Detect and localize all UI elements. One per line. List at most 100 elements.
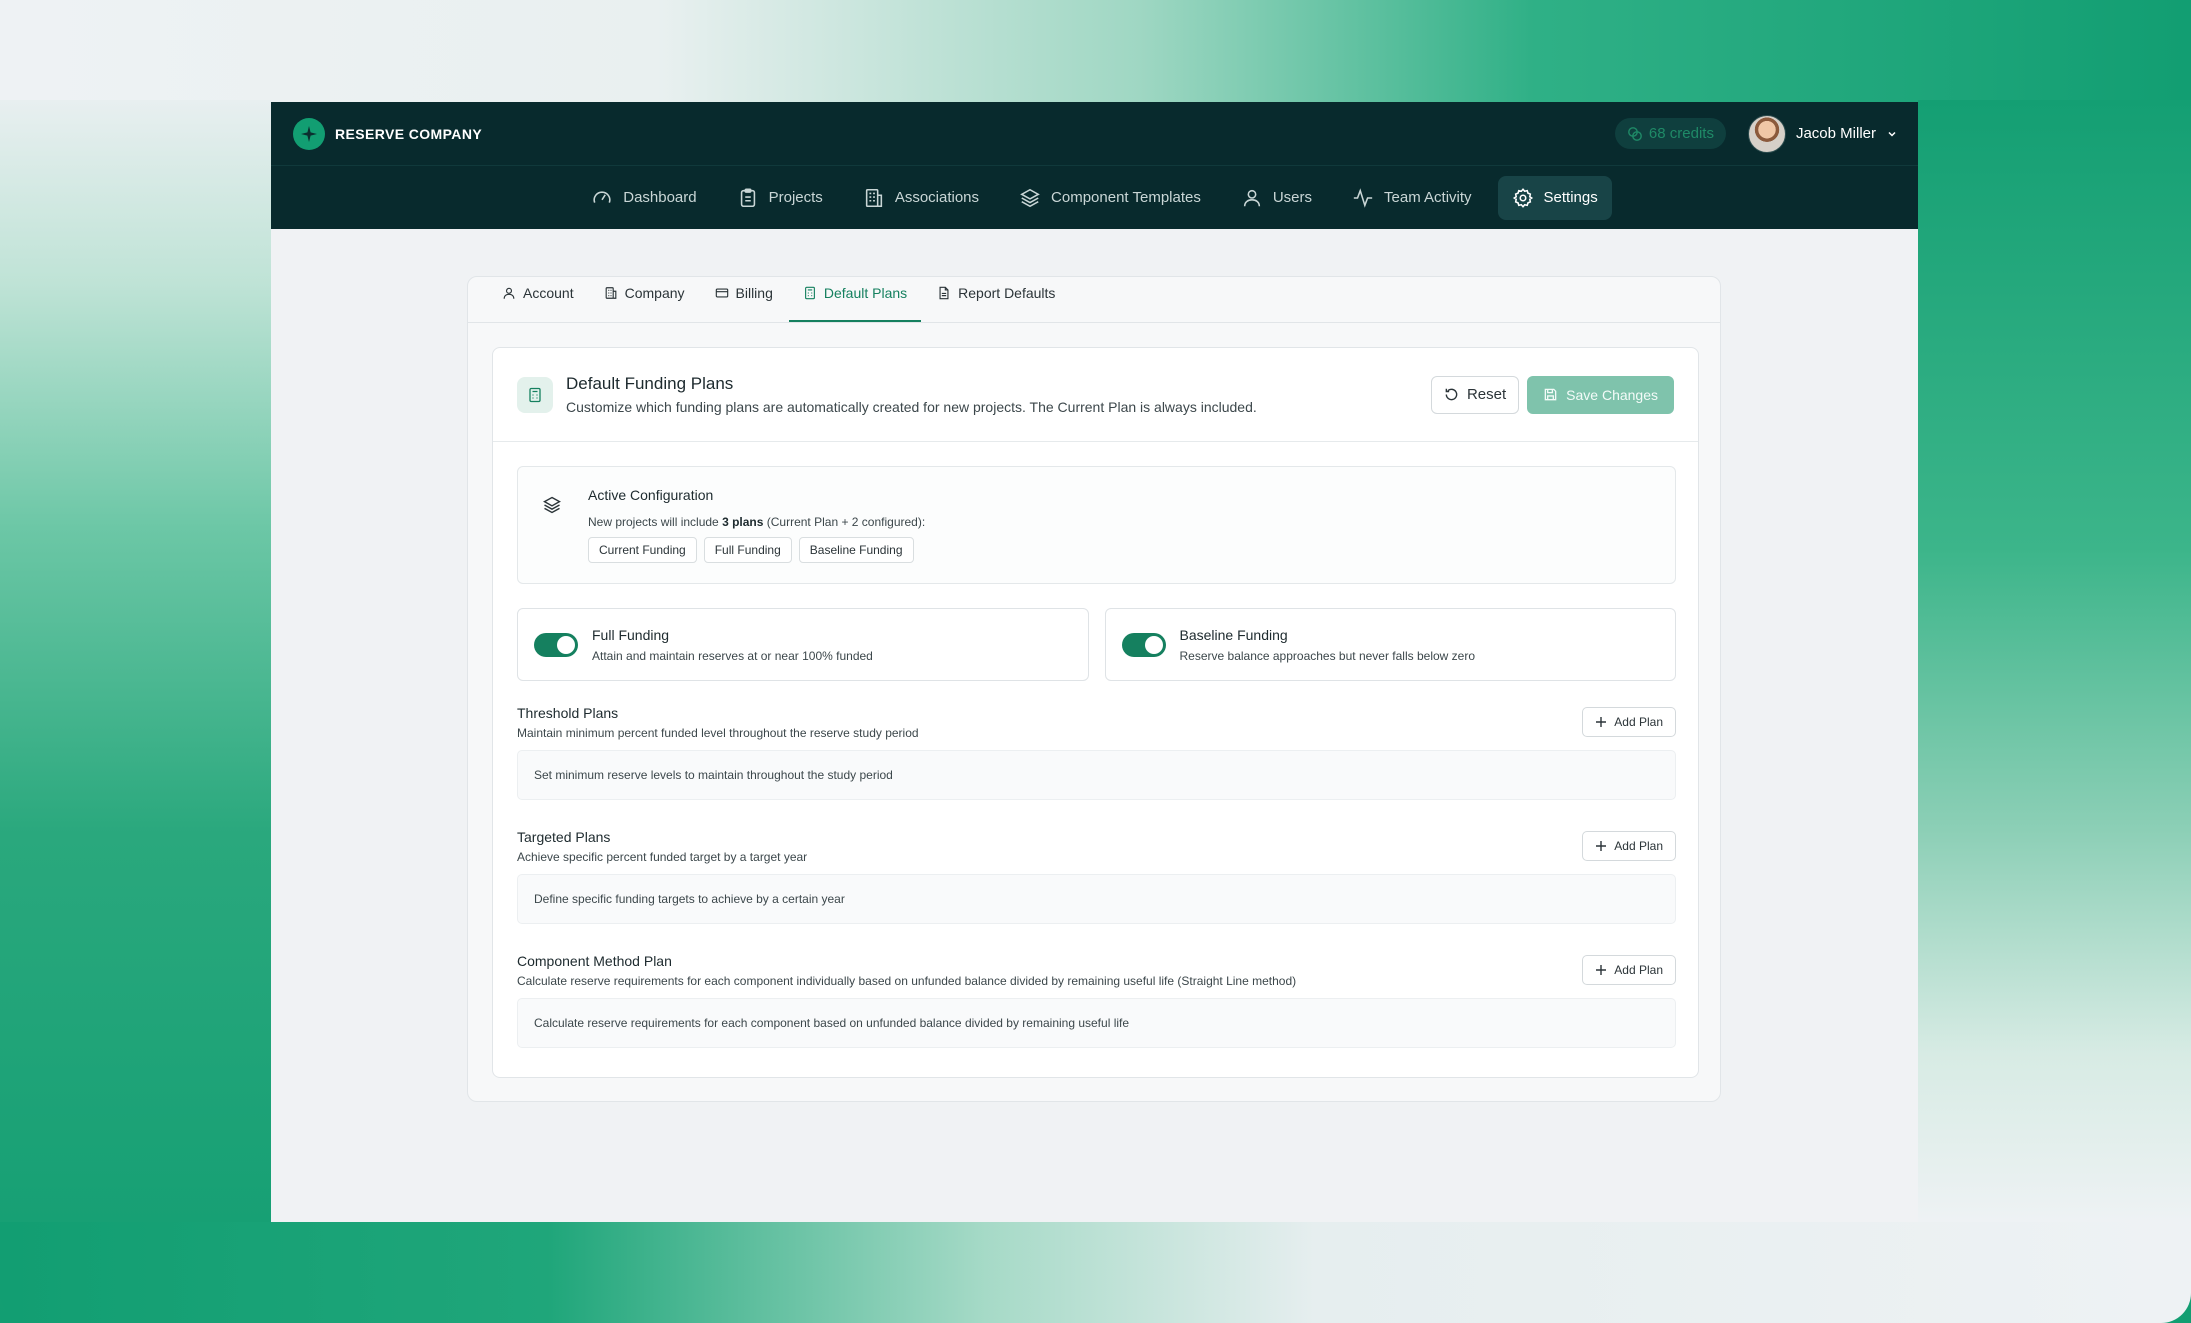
save-icon xyxy=(1544,388,1557,401)
nav-item-settings[interactable]: Settings xyxy=(1497,175,1612,220)
nav-label: Component Templates xyxy=(1051,189,1201,206)
nav-label: Projects xyxy=(768,189,823,206)
nav-label: Users xyxy=(1272,189,1313,206)
settings-tabs: Account Company Billing Default Plans Re… xyxy=(468,277,1720,323)
chevron-down-icon xyxy=(1888,131,1896,137)
background-bottom xyxy=(0,1222,2191,1323)
tab-report-defaults[interactable]: Report Defaults xyxy=(923,277,1069,322)
layers-icon xyxy=(1020,188,1040,207)
gauge-icon xyxy=(593,190,611,203)
toggle-card-baseline-funding: Baseline Funding Reserve balance approac… xyxy=(1104,608,1676,681)
section-description: Achieve specific percent funded target b… xyxy=(517,850,808,864)
section-description: Calculate reserve requirements for each … xyxy=(517,974,1297,988)
plan-chip: Baseline Funding xyxy=(798,537,914,563)
toggle-card-full-funding: Full Funding Attain and maintain reserve… xyxy=(517,608,1089,681)
building-icon xyxy=(865,188,882,207)
gear-icon xyxy=(1512,187,1533,208)
config-plan-count: 3 plans xyxy=(722,515,764,529)
targeted-plans-section: Targeted Plans Achieve specific percent … xyxy=(517,829,1676,924)
plan-toggles: Full Funding Attain and maintain reserve… xyxy=(517,608,1676,681)
credits-label: 68 credits xyxy=(1648,125,1714,142)
config-summary-suffix: (Current Plan + 2 configured): xyxy=(763,515,926,529)
nav-item-component-templates[interactable]: Component Templates xyxy=(1005,176,1215,220)
tab-company[interactable]: Company xyxy=(590,277,699,322)
layers-icon xyxy=(542,495,566,563)
nav-item-dashboard[interactable]: Dashboard xyxy=(577,176,710,220)
plus-icon xyxy=(1596,965,1607,975)
brand[interactable]: RESERVE COMPANY xyxy=(293,117,483,150)
page-description: Customize which funding plans are automa… xyxy=(566,399,1257,415)
app-window: RESERVE COMPANY 68 credits Jacob Miller … xyxy=(271,102,1918,1222)
nav-item-users[interactable]: Users xyxy=(1227,176,1326,220)
reset-label: Reset xyxy=(1466,386,1507,403)
add-threshold-plan-button[interactable]: Add Plan xyxy=(1582,707,1676,737)
calculator-icon xyxy=(517,376,553,413)
toggle-description: Reserve balance approaches but never fal… xyxy=(1179,648,1476,663)
calculator-icon xyxy=(804,286,815,299)
nav-label: Settings xyxy=(1543,189,1598,206)
toggle-title: Full Funding xyxy=(592,626,670,643)
baseline-funding-toggle[interactable] xyxy=(1121,632,1166,657)
nav-label: Associations xyxy=(894,189,980,206)
tab-billing[interactable]: Billing xyxy=(701,277,787,322)
active-configuration: Active Configuration New projects will i… xyxy=(517,466,1676,584)
user-icon xyxy=(1243,189,1260,206)
add-component-method-plan-button[interactable]: Add Plan xyxy=(1582,955,1676,985)
tab-label: Billing xyxy=(735,284,773,301)
coins-icon xyxy=(1628,126,1642,141)
reset-button[interactable]: Reset xyxy=(1430,375,1520,414)
user-name: Jacob Miller xyxy=(1795,125,1876,142)
toggle-title: Baseline Funding xyxy=(1179,626,1288,643)
full-funding-toggle[interactable] xyxy=(534,632,578,657)
save-changes-button[interactable]: Save Changes xyxy=(1527,375,1674,414)
tab-account[interactable]: Account xyxy=(488,277,588,322)
toggle-description: Attain and maintain reserves at or near … xyxy=(592,648,873,663)
component-method-plan-section: Component Method Plan Calculate reserve … xyxy=(517,953,1676,1048)
add-plan-label: Add Plan xyxy=(1614,715,1663,729)
nav-label: Team Activity xyxy=(1384,189,1472,206)
save-label: Save Changes xyxy=(1566,386,1658,403)
add-plan-label: Add Plan xyxy=(1614,839,1663,853)
section-description: Maintain minimum percent funded level th… xyxy=(517,726,919,740)
page-title: Default Funding Plans xyxy=(566,374,734,393)
clipboard-icon xyxy=(740,188,755,207)
tab-label: Default Plans xyxy=(823,284,908,301)
nav-item-projects[interactable]: Projects xyxy=(723,176,837,220)
section-title: Threshold Plans xyxy=(517,705,619,721)
config-summary: New projects will include 3 plans (Curre… xyxy=(588,515,925,529)
background-right xyxy=(1918,100,2191,1222)
threshold-plans-section: Threshold Plans Maintain minimum percent… xyxy=(517,705,1676,800)
tab-default-plans[interactable]: Default Plans xyxy=(788,277,922,322)
file-icon xyxy=(939,286,949,299)
credit-card-icon xyxy=(715,287,728,298)
credits-badge[interactable]: 68 credits xyxy=(1614,118,1726,149)
add-targeted-plan-button[interactable]: Add Plan xyxy=(1582,831,1676,861)
add-plan-label: Add Plan xyxy=(1614,963,1663,977)
config-title: Active Configuration xyxy=(588,487,714,503)
main-nav: Dashboard Projects Associations Componen… xyxy=(271,165,1918,229)
default-plans-panel: Default Funding Plans Customize which fu… xyxy=(492,347,1699,1078)
plan-chips: Current Funding Full Funding Baseline Fu… xyxy=(588,537,925,563)
tab-label: Account xyxy=(523,284,574,301)
user-icon xyxy=(503,287,515,299)
config-summary-prefix: New projects will include xyxy=(588,515,723,529)
plan-chip: Full Funding xyxy=(703,537,792,563)
top-bar: RESERVE COMPANY 68 credits Jacob Miller xyxy=(271,102,1918,165)
nav-label: Dashboard xyxy=(623,189,697,206)
building-icon xyxy=(605,286,616,299)
settings-card: Account Company Billing Default Plans Re… xyxy=(467,276,1721,1102)
nav-item-team-activity[interactable]: Team Activity xyxy=(1338,176,1486,220)
section-title: Component Method Plan xyxy=(517,953,672,969)
brand-name: RESERVE COMPANY xyxy=(335,125,483,142)
nav-item-associations[interactable]: Associations xyxy=(849,176,993,220)
empty-state: Set minimum reserve levels to maintain t… xyxy=(517,750,1676,800)
empty-state: Calculate reserve requirements for each … xyxy=(517,998,1676,1048)
plus-icon xyxy=(1596,717,1607,727)
brand-logo-icon xyxy=(293,117,325,150)
user-menu[interactable]: Jacob Miller xyxy=(1747,114,1898,153)
plan-chip: Current Funding xyxy=(588,537,697,563)
tab-label: Company xyxy=(624,284,685,301)
section-title: Targeted Plans xyxy=(517,829,611,845)
activity-icon xyxy=(1353,187,1373,208)
rotate-ccw-icon xyxy=(1445,388,1458,401)
